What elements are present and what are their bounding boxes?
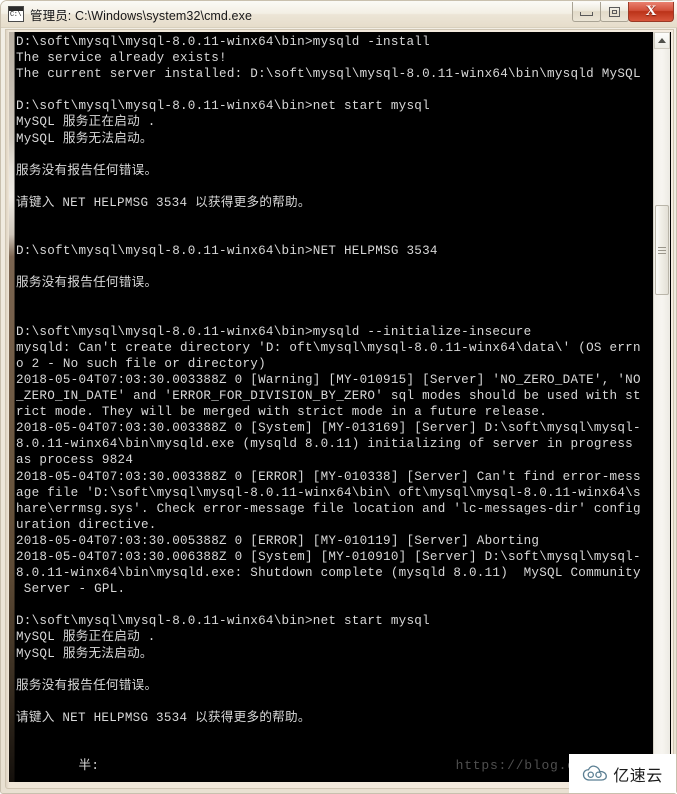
terminal-line: 服务没有报告任何错误。 bbox=[16, 678, 158, 693]
terminal-line: o 2 - No such file or directory) bbox=[16, 356, 266, 371]
terminal-line: 2018-05-04T07:03:30.003388Z 0 [Warning] … bbox=[16, 372, 641, 387]
terminal-line: D:\soft\mysql\mysql-8.0.11-winx64\bin>NE… bbox=[16, 244, 438, 259]
close-icon: X bbox=[645, 3, 657, 19]
terminal-output: D:\soft\mysql\mysql-8.0.11-winx64\bin>my… bbox=[16, 34, 658, 782]
window-controls: X bbox=[572, 2, 674, 23]
minimize-icon bbox=[580, 12, 593, 16]
minimize-button[interactable] bbox=[572, 2, 601, 22]
site-watermark-badge: 亿速云 bbox=[569, 754, 676, 793]
terminal-line: MySQL 服务正在启动 . bbox=[16, 630, 156, 645]
terminal-line: Server - GPL. bbox=[16, 582, 126, 597]
terminal-line: age file 'D:\soft\mysql\mysql-8.0.11-win… bbox=[16, 485, 641, 500]
cmd-console-icon: C:\ bbox=[8, 6, 24, 22]
terminal-line: as process 9824 bbox=[16, 453, 134, 468]
terminal-line: uration directive. bbox=[16, 517, 157, 532]
terminal-line: 请键入 NET HELPMSG 3534 以获得更多的帮助。 bbox=[16, 195, 311, 210]
cmd-icon-glyph: C:\ bbox=[10, 11, 22, 19]
scrollbar-grip-icon bbox=[658, 246, 666, 254]
terminal-line: 服务没有报告任何错误。 bbox=[16, 276, 158, 291]
console-left-bevel bbox=[9, 32, 15, 782]
terminal-line: mysqld: Can't create directory 'D: oft\m… bbox=[16, 340, 641, 355]
terminal-line: MySQL 服务正在启动 . bbox=[16, 115, 156, 130]
terminal-line: 2018-05-04T07:03:30.005388Z 0 [ERROR] [M… bbox=[16, 533, 540, 548]
terminal-line: D:\soft\mysql\mysql-8.0.11-winx64\bin>my… bbox=[16, 35, 430, 49]
terminal-line: MySQL 服务无法启动。 bbox=[16, 131, 153, 146]
maximize-icon bbox=[609, 6, 620, 17]
console-screen[interactable]: D:\soft\mysql\mysql-8.0.11-winx64\bin>my… bbox=[9, 32, 671, 782]
terminal-line: 8.0.11-winx64\bin\mysqld.exe: Shutdown c… bbox=[16, 566, 641, 581]
badge-label: 亿速云 bbox=[613, 765, 663, 785]
terminal-line: hare\errmsg.sys'. Check error-message fi… bbox=[16, 501, 641, 516]
terminal-line: 2018-05-04T07:03:30.003388Z 0 [ERROR] [M… bbox=[16, 469, 641, 484]
maximize-button[interactable] bbox=[600, 2, 629, 22]
terminal-line: D:\soft\mysql\mysql-8.0.11-winx64\bin>ne… bbox=[16, 614, 430, 629]
console-client-area: D:\soft\mysql\mysql-8.0.11-winx64\bin>my… bbox=[5, 29, 674, 789]
cmd-window: C:\ 管理员: C:\Windows\system32\cmd.exe X D… bbox=[0, 0, 677, 794]
terminal-line: 2018-05-04T07:03:30.003388Z 0 [System] [… bbox=[16, 421, 641, 436]
terminal-line: 请键入 NET HELPMSG 3534 以获得更多的帮助。 bbox=[16, 710, 311, 725]
terminal-line: 8.0.11-winx64\bin\mysqld.exe (mysqld 8.0… bbox=[16, 437, 633, 452]
terminal-line: MySQL 服务无法启动。 bbox=[16, 646, 153, 661]
scrollbar-thumb[interactable] bbox=[655, 205, 669, 295]
terminal-line: The current server installed: D:\soft\my… bbox=[16, 67, 641, 82]
terminal-line: D:\soft\mysql\mysql-8.0.11-winx64\bin>ne… bbox=[16, 99, 430, 114]
terminal-line: 2018-05-04T07:03:30.006388Z 0 [System] [… bbox=[16, 550, 641, 564]
terminal-line: D:\soft\mysql\mysql-8.0.11-winx64\bin>my… bbox=[16, 324, 532, 339]
close-button[interactable]: X bbox=[628, 2, 674, 22]
terminal-line: 服务没有报告任何错误。 bbox=[16, 163, 158, 178]
window-title: 管理员: C:\Windows\system32\cmd.exe bbox=[30, 8, 253, 23]
console-scrollbar[interactable] bbox=[653, 32, 670, 782]
terminal-line: The service already exists! bbox=[16, 51, 227, 66]
scroll-up-button[interactable] bbox=[654, 32, 670, 49]
terminal-line: rict mode. They will be merged with stri… bbox=[16, 405, 548, 420]
terminal-line: _ZERO_IN_DATE' and 'ERROR_FOR_DIVISION_B… bbox=[16, 389, 641, 404]
window-titlebar[interactable]: C:\ 管理员: C:\Windows\system32\cmd.exe X bbox=[1, 1, 677, 28]
chevron-up-icon bbox=[658, 38, 666, 43]
cloud-logo-icon bbox=[583, 765, 608, 781]
